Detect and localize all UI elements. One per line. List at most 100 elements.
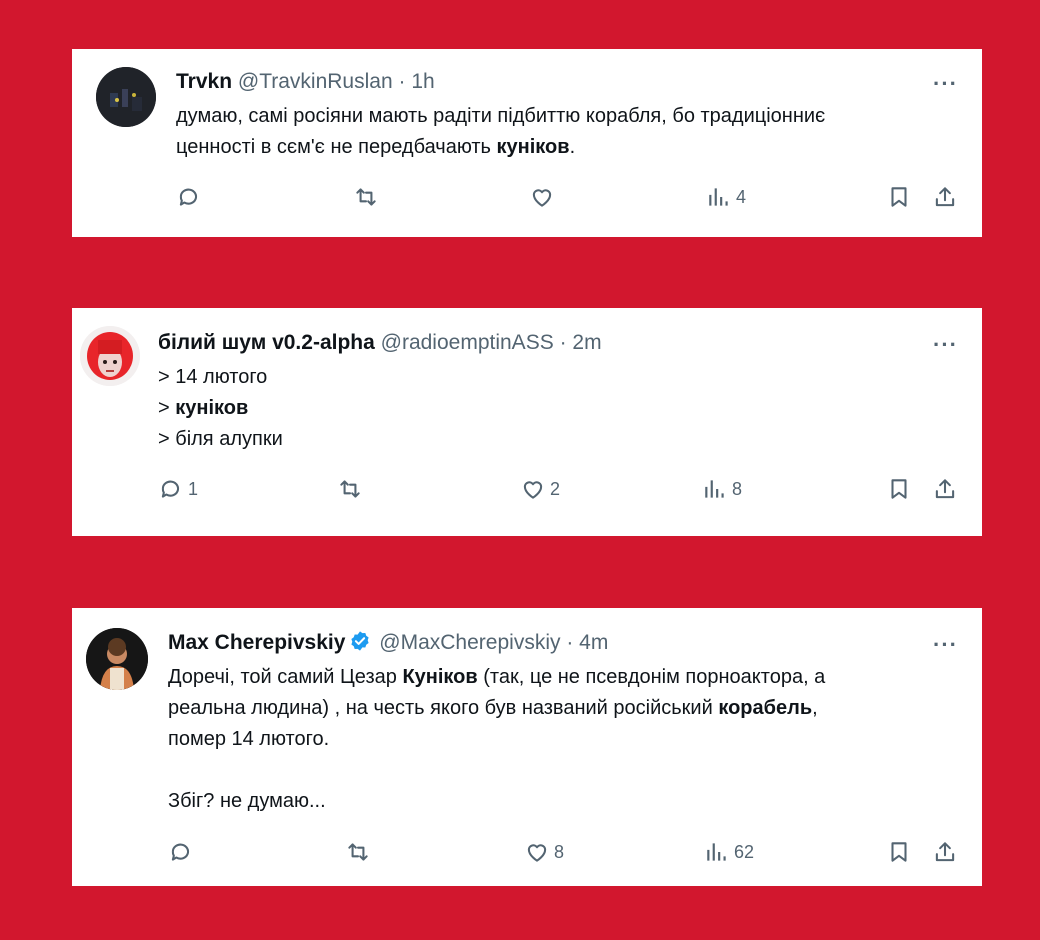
tweet-header: Trvkn @TravkinRuslan · 1h: [176, 69, 435, 95]
tweet-text-line: > куніков: [158, 393, 283, 424]
bookmark-icon: [891, 842, 907, 862]
tweet-text-line: > біля алупки: [158, 424, 283, 455]
bookmark-button[interactable]: [886, 184, 912, 210]
tweet-time[interactable]: 4m: [579, 631, 608, 654]
tweet-text-line: ценності в сєм'є не передбачають куніков…: [176, 132, 825, 163]
reply-icon: [161, 480, 180, 498]
bookmark-icon: [891, 479, 907, 499]
views-button[interactable]: 8: [702, 476, 742, 502]
avatar[interactable]: [96, 67, 156, 127]
tweet-actions: 1 2 8: [158, 476, 966, 504]
like-icon: [532, 189, 552, 207]
text-segment: Збіг? не думаю...: [168, 790, 326, 812]
text-segment: думаю, самі росіяни мають радіти підбитт…: [176, 105, 826, 127]
share-icon: [935, 187, 955, 207]
share-button[interactable]: [932, 476, 958, 502]
tweet-text-line: [168, 755, 825, 786]
tweet-text-line: помер 14 лютого.: [168, 724, 825, 755]
like-button[interactable]: 8: [524, 839, 564, 865]
like-icon: [527, 844, 547, 862]
more-options-icon[interactable]: ···: [933, 73, 958, 95]
more-options-icon[interactable]: ···: [933, 334, 958, 356]
separator-dot: ·: [566, 631, 574, 654]
like-button[interactable]: 2: [520, 476, 560, 502]
text-segment: > біля алупки: [158, 428, 283, 450]
reply-button[interactable]: [168, 839, 198, 865]
tweet-text: > 14 лютого > куніков > біля алупки: [158, 362, 283, 455]
author-name[interactable]: Trvkn: [176, 70, 232, 93]
avatar[interactable]: [86, 628, 148, 690]
bold-text: корабель: [718, 697, 813, 719]
tweet-actions: 4: [176, 184, 966, 212]
like-count: 2: [550, 478, 561, 499]
like-icon: [523, 481, 543, 499]
retweet-button[interactable]: [336, 476, 368, 502]
tweet-header: білий шум v0.2-alpha @radioemptinASS · 2…: [158, 330, 602, 356]
reply-icon: [171, 843, 190, 861]
text-segment: >: [158, 397, 176, 419]
avatar-image: [80, 326, 140, 386]
tweet-actions: 8 62: [168, 839, 966, 867]
text-segment: .: [569, 136, 576, 158]
bold-text: Куніков: [402, 666, 478, 688]
like-count: 8: [554, 841, 565, 862]
avatar[interactable]: [80, 326, 140, 386]
like-button[interactable]: [529, 184, 559, 210]
tweet-text-line: реальна людина) , на честь якого був наз…: [168, 693, 825, 724]
text-segment: > 14 лютого: [158, 366, 268, 388]
retweet-icon: [356, 188, 376, 206]
text-segment: реальна людина) , на честь якого був наз…: [168, 697, 719, 719]
more-options-icon[interactable]: ···: [933, 634, 958, 656]
text-segment: ,: [812, 697, 818, 719]
avatar-image: [86, 628, 148, 690]
retweet-button[interactable]: [344, 839, 376, 865]
views-button[interactable]: 4: [706, 184, 746, 210]
share-button[interactable]: [932, 839, 958, 865]
view-count: 62: [734, 841, 755, 862]
bookmark-button[interactable]: [886, 476, 912, 502]
tweet-card[interactable]: Trvkn @TravkinRuslan · 1h ··· думаю, сам…: [72, 49, 982, 237]
bookmark-icon: [891, 187, 907, 207]
author-handle[interactable]: @radioemptinASS: [381, 331, 554, 354]
bold-text: куніков: [175, 397, 249, 419]
view-count: 4: [736, 186, 747, 207]
text-segment: ценності в сєм'є не передбачають: [176, 136, 497, 158]
avatar-image: [96, 67, 156, 127]
share-button[interactable]: [932, 184, 958, 210]
verified-badge-icon: [351, 631, 370, 651]
views-icon: [707, 843, 726, 861]
author-handle[interactable]: @TravkinRuslan: [238, 70, 393, 93]
reply-count: 1: [188, 478, 199, 499]
author-name[interactable]: Max Cherepivskiy: [168, 631, 345, 654]
separator-dot: ·: [559, 331, 567, 354]
views-icon: [709, 188, 728, 206]
view-count: 8: [732, 478, 743, 499]
text-segment: Доречі, той самий Цезар: [168, 666, 403, 688]
author-handle[interactable]: @MaxCherepivskiy: [379, 631, 560, 654]
reply-icon: [179, 188, 198, 206]
retweet-icon: [340, 480, 360, 498]
share-icon: [935, 479, 955, 499]
tweet-header: Max Cherepivskiy @MaxCherepivskiy · 4m: [168, 630, 608, 656]
tweet-text: думаю, самі росіяни мають радіти підбитт…: [176, 101, 825, 163]
share-icon: [935, 842, 955, 862]
tweet-card[interactable]: Max Cherepivskiy @MaxCherepivskiy · 4m ·…: [72, 608, 982, 886]
author-name[interactable]: білий шум v0.2-alpha: [158, 331, 375, 354]
bookmark-button[interactable]: [886, 839, 912, 865]
retweet-button[interactable]: [352, 184, 384, 210]
text-segment: (так, це не псевдонім порноактора, а: [477, 666, 826, 688]
text-segment: помер 14 лютого.: [168, 728, 330, 750]
tweet-time[interactable]: 1h: [411, 70, 434, 93]
views-icon: [705, 480, 724, 498]
retweet-icon: [348, 843, 368, 861]
tweet-text-line: > 14 лютого: [158, 362, 283, 393]
tweet-time[interactable]: 2m: [572, 331, 601, 354]
views-button[interactable]: 62: [704, 839, 754, 865]
tweet-text-line: Доречі, той самий Цезар Куніков (так, це…: [168, 662, 825, 693]
reply-button[interactable]: [176, 184, 206, 210]
bold-text: куніков: [496, 136, 570, 158]
separator-dot: ·: [398, 70, 406, 93]
tweet-text-line: думаю, самі росіяни мають радіти підбитт…: [176, 101, 825, 132]
reply-button[interactable]: 1: [158, 476, 198, 502]
tweet-card[interactable]: білий шум v0.2-alpha @radioemptinASS · 2…: [72, 308, 982, 536]
